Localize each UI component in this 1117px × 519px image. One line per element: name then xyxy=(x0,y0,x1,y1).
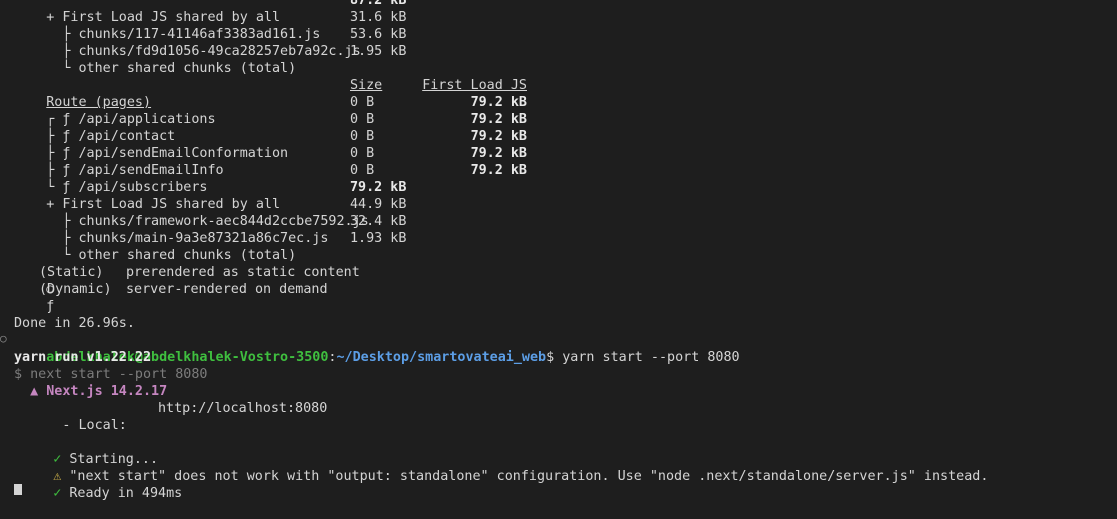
status-text: Ready in 494ms xyxy=(69,486,183,501)
chunk-line: ├ chunks/framework-aec844d2ccbe7592.js 4… xyxy=(14,196,406,229)
terminal-output[interactable]: + First Load JS shared by all 87.2 kB ├ … xyxy=(0,0,1117,501)
shared-header-line: + First Load JS shared by all 87.2 kB xyxy=(14,0,406,25)
check-icon: ✓ xyxy=(53,486,62,501)
next-command-line: $ next start --port 8080 xyxy=(14,367,208,382)
chunk-line: └ other shared chunks (total) 1.95 kB xyxy=(14,43,406,76)
legend-static: ○ (Static) prerendered as static content xyxy=(14,264,360,297)
chunk-size: 1.93 kB xyxy=(350,231,407,246)
route-size: 0 B xyxy=(350,112,375,127)
table-row: ├ ƒ /api/contact 0 B 79.2 kB xyxy=(14,111,527,144)
status-ready: ✓ Ready in 494ms xyxy=(14,468,182,501)
route-size: 0 B xyxy=(350,129,375,144)
table-row: ┌ ƒ /api/applications 0 B 79.2 kB xyxy=(14,94,527,127)
shared-header-size: 87.2 kB xyxy=(350,0,407,8)
chunk-line: ├ chunks/main-9a3e87321a86c7ec.js 32.4 k… xyxy=(14,213,406,246)
chunk-line: └ other shared chunks (total) 1.93 kB xyxy=(14,230,406,263)
prompt-dollar: $ xyxy=(546,350,563,365)
prompt-command: yarn start --port 8080 xyxy=(562,350,740,365)
table-row: └ ƒ /api/subscribers 0 B 79.2 kB xyxy=(14,162,527,195)
local-url[interactable]: http://localhost:8080 xyxy=(158,400,327,417)
prompt-path: ~/Desktop/smartovateai_web xyxy=(336,350,547,365)
chunk-size: 32.4 kB xyxy=(350,214,407,229)
done-line: Done in 26.96s. xyxy=(14,316,135,331)
shell-prompt: abdelkhalek@abdelkhalek-Vostro-3500:~/De… xyxy=(14,332,739,365)
tree-prefix: └ xyxy=(46,61,79,76)
local-label: - Local: xyxy=(46,418,127,433)
route-size: 0 B xyxy=(350,163,375,178)
legend-kind: (Dynamic) xyxy=(39,282,112,297)
shared-size: 79.2 kB xyxy=(350,180,407,195)
table-row: ├ ƒ /api/sendEmailInfo 0 B 79.2 kB xyxy=(14,145,527,178)
first-load-column-header: First Load JS xyxy=(422,78,527,93)
pages-table-header: Route (pages) Size First Load JS xyxy=(14,77,527,110)
status-starting: ✓ Starting... xyxy=(14,434,158,467)
chunk-name: other shared chunks (total) xyxy=(78,248,297,263)
tree-prefix: └ xyxy=(46,248,79,263)
local-url-line: - Local: http://localhost:8080 xyxy=(14,400,327,433)
route-size: 0 B xyxy=(350,95,375,110)
chunk-size: 44.9 kB xyxy=(350,197,407,212)
route-first-load: 79.2 kB xyxy=(470,112,527,127)
nextjs-banner: ▲ Next.js 14.2.17 xyxy=(14,384,168,399)
terminal-cursor xyxy=(14,484,22,495)
prompt-marker-icon: ○ xyxy=(0,332,7,345)
legend-desc: prerendered as static content xyxy=(126,265,360,280)
chunk-name: other shared chunks (total) xyxy=(78,61,297,76)
dynamic-symbol: ƒ xyxy=(46,299,55,314)
legend-kind: (Static) xyxy=(39,265,104,280)
route-first-load: 79.2 kB xyxy=(470,163,527,178)
chunk-line: ├ chunks/117-41146af3383ad161.js 31.6 kB xyxy=(14,9,406,42)
chunk-size: 53.6 kB xyxy=(350,27,407,42)
status-warning: ⚠ "next start" does not work with "outpu… xyxy=(14,451,988,484)
table-row: ├ ƒ /api/sendEmailConformation 0 B 79.2 … xyxy=(14,128,527,161)
status-text: "next start" does not work with "output:… xyxy=(69,469,989,484)
chunk-size: 31.6 kB xyxy=(350,10,407,25)
route-first-load: 79.2 kB xyxy=(470,95,527,110)
route-size: 0 B xyxy=(350,146,375,161)
chunk-line: ├ chunks/fd9d1056-49ca28257eb7a92c.js 53… xyxy=(14,26,406,59)
chunk-size: 1.95 kB xyxy=(350,44,407,59)
shared-line: + First Load JS shared by all 79.2 kB xyxy=(14,179,406,212)
route-first-load: 79.2 kB xyxy=(470,146,527,161)
route-first-load: 79.2 kB xyxy=(470,129,527,144)
legend-dynamic: ƒ (Dynamic) server-rendered on demand xyxy=(14,281,328,314)
legend-desc: server-rendered on demand xyxy=(126,282,328,297)
yarn-version-line: yarn run v1.22.22 xyxy=(14,350,152,365)
size-column-header: Size xyxy=(350,78,383,93)
